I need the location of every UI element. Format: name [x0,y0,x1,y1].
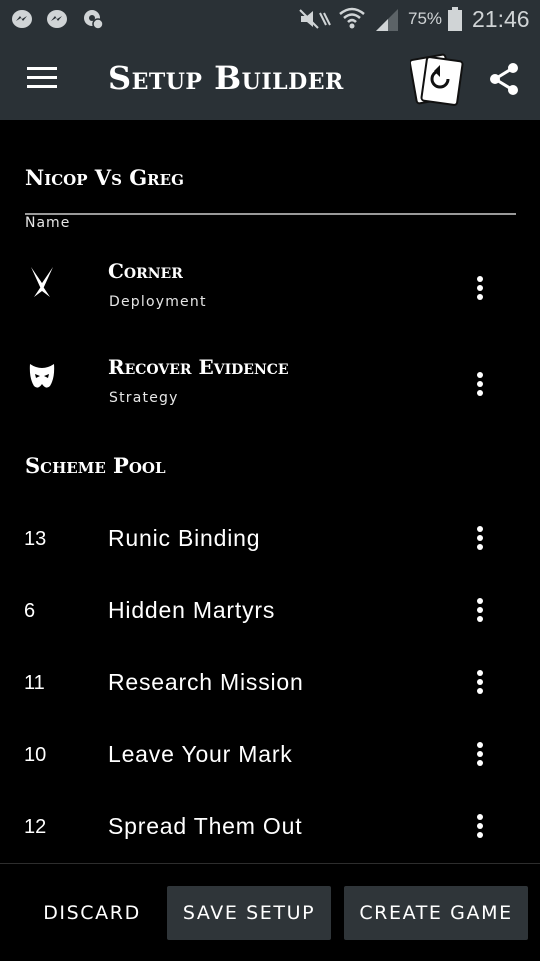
messenger-icon [47,10,67,28]
battery-percent: 75% [408,9,443,28]
share-icon[interactable] [488,62,520,96]
scheme-number: 13 [24,528,47,550]
wifi-icon [339,7,365,29]
overflow-menu-icon[interactable] [470,276,490,306]
scheme-row[interactable]: 11 Research Mission [0,669,540,732]
crossed-swords-icon [31,267,53,297]
bottom-action-bar: DISCARD SAVE SETUP CREATE GAME [0,863,540,961]
status-bar: 75% 21:46 [0,0,540,37]
overflow-menu-icon[interactable] [470,670,490,700]
messenger-icon [12,10,32,28]
scheme-name: Leave Your Mark [108,741,293,767]
hamburger-icon[interactable] [27,67,57,89]
setup-item-deployment[interactable]: Corner Deployment [0,259,540,344]
name-label: Name [25,215,71,231]
discard-button[interactable]: DISCARD [30,886,154,940]
location-icon [84,10,104,29]
scheme-number: 11 [24,672,45,694]
setup-item-strategy[interactable]: Recover Evidence Strategy [0,355,540,440]
scheme-row[interactable]: 13 Runic Binding [0,525,540,588]
setup-item-title: Corner [108,259,183,283]
scheme-name: Hidden Martyrs [108,597,276,623]
battery-icon [448,7,462,31]
app-bar: Setup Builder [0,37,540,120]
overflow-menu-icon[interactable] [470,598,490,628]
scheme-row[interactable]: 10 Leave Your Mark [0,741,540,804]
scheme-row[interactable]: 6 Hidden Martyrs [0,597,540,660]
overflow-menu-icon[interactable] [470,814,490,844]
name-underline [25,213,516,215]
reset-cards-icon[interactable] [410,51,464,107]
page-title: Setup Builder [108,59,344,97]
create-game-button[interactable]: CREATE GAME [344,886,528,940]
scheme-name: Runic Binding [108,525,261,551]
overflow-menu-icon[interactable] [470,742,490,772]
scheme-pool-title: Scheme Pool [25,453,166,478]
setup-title: Nicop Vs Greg [25,165,184,190]
setup-item-subtitle: Strategy [109,390,179,406]
scheme-name: Research Mission [108,669,304,695]
mask-icon [29,364,55,388]
clock: 21:46 [472,6,530,32]
scheme-number: 10 [24,744,47,766]
mute-icon [299,9,331,29]
save-setup-button[interactable]: SAVE SETUP [167,886,331,940]
signal-icon [376,9,398,31]
scheme-number: 12 [24,816,47,838]
scheme-number: 6 [24,600,36,622]
setup-item-title: Recover Evidence [108,355,289,379]
overflow-menu-icon[interactable] [470,372,490,402]
overflow-menu-icon[interactable] [470,526,490,556]
setup-item-subtitle: Deployment [109,294,207,310]
scheme-name: Spread Them Out [108,813,303,839]
